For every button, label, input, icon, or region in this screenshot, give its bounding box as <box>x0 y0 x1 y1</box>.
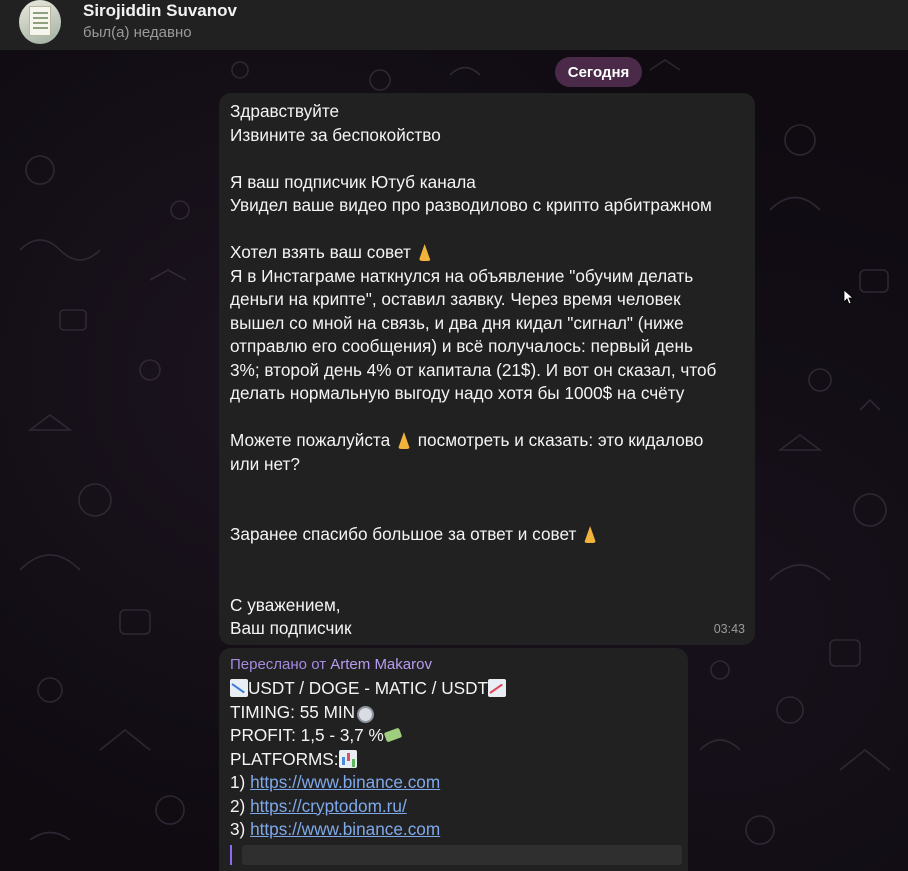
platform-link-row: 1) https://www.binance.com <box>230 771 677 795</box>
message-line: Увидел ваше видео про разводилово с крип… <box>230 195 712 215</box>
stopwatch-icon <box>355 703 375 723</box>
contact-name[interactable]: Sirojiddin Suvanov <box>83 1 237 21</box>
forwarded-prefix: Переслано от <box>230 656 327 673</box>
message-line: Ваш подписчик <box>230 618 352 638</box>
platform-link-row: 2) https://cryptodom.ru/ <box>230 795 677 819</box>
message-line: С уважением, <box>230 594 341 615</box>
message-line <box>230 476 744 500</box>
profit-text: PROFIT: 1,5 - 3,7 % <box>230 725 384 745</box>
link-number: 1) <box>230 772 246 792</box>
trading-pair: USDT / DOGE - MATIC / USDT <box>248 678 488 698</box>
message-text: посмотреть и сказать: это кидалово <box>417 430 704 450</box>
message-line: Хотел взять ваш совет <box>230 241 744 265</box>
avatar[interactable] <box>19 0 61 44</box>
platform-link[interactable]: https://cryptodom.ru/ <box>250 796 407 816</box>
folded-hands-icon <box>416 243 434 261</box>
message-bubble[interactable]: Здравствуйте Извините за беспокойство Я … <box>219 93 755 645</box>
link-number: 3) <box>230 819 246 839</box>
forwarded-message-bubble[interactable]: Переслано от Artem Makarov USDT / DOGE -… <box>219 648 688 871</box>
folded-hands-icon <box>395 431 413 449</box>
message-line: Можете пожалуйста посмотреть и сказать: … <box>230 429 744 453</box>
last-seen-status: был(а) недавно <box>83 24 192 41</box>
message-line <box>230 570 744 594</box>
message-line: Здравствуйте <box>230 101 340 121</box>
message-line <box>230 547 744 571</box>
message-line: или нет? <box>230 453 300 474</box>
message-line: USDT / DOGE - MATIC / USDT <box>230 677 677 701</box>
blurred-content <box>242 845 682 865</box>
platform-link[interactable]: https://www.binance.com <box>250 819 440 839</box>
message-text: Можете пожалуйста <box>230 430 391 450</box>
message-text: Хотел взять ваш совет <box>230 242 411 262</box>
platform-link-row: 3) https://www.binance.com <box>230 818 677 842</box>
forwarded-header[interactable]: Переслано от Artem Makarov <box>230 656 677 674</box>
message-line: PLATFORMS: <box>230 748 677 772</box>
timing-text: TIMING: 55 MIN <box>230 701 356 722</box>
message-line: TIMING: 55 MIN <box>230 701 677 725</box>
message-line <box>230 500 744 524</box>
money-with-wings-icon <box>384 726 402 744</box>
chart-decreasing-icon <box>230 679 248 697</box>
platforms-text: PLATFORMS: <box>230 748 339 769</box>
message-line: Извините за беспокойство <box>230 124 441 145</box>
message-line <box>230 406 744 430</box>
bar-chart-icon <box>338 749 357 768</box>
link-number: 2) <box>230 795 246 816</box>
message-line: делать нормальную выгоду надо хотя бы 10… <box>230 383 685 403</box>
message-line: отправлю его сообщения) и всё получалось… <box>230 336 693 356</box>
message-line: 3%; второй день 4% от капитала (21$). И … <box>230 359 717 380</box>
platform-link[interactable]: https://www.binance.com <box>250 772 440 792</box>
chart-increasing-icon <box>488 679 506 697</box>
text-cursor <box>230 845 232 865</box>
message-line: Заранее спасибо большое за ответ и совет <box>230 523 744 547</box>
message-text: Заранее спасибо большое за ответ и совет <box>230 524 577 544</box>
forwarded-author[interactable]: Artem Makarov <box>330 656 432 673</box>
message-line: деньги на крипте", оставил заявку. Через… <box>230 289 681 309</box>
message-line: Я в Инстаграме наткнулся на объявление "… <box>230 265 694 286</box>
folded-hands-icon <box>581 525 599 543</box>
message-time: 03:43 <box>713 621 745 636</box>
message-line: PROFIT: 1,5 - 3,7 % <box>230 724 677 748</box>
date-separator: Сегодня <box>555 57 642 87</box>
chat-header[interactable]: Sirojiddin Suvanov был(а) недавно <box>0 0 908 50</box>
message-line <box>230 218 744 242</box>
message-line: Я ваш подписчик Ютуб канала <box>230 171 476 192</box>
message-line: вышел со мной на связь, и два дня кидал … <box>230 312 684 333</box>
message-line <box>230 147 744 171</box>
